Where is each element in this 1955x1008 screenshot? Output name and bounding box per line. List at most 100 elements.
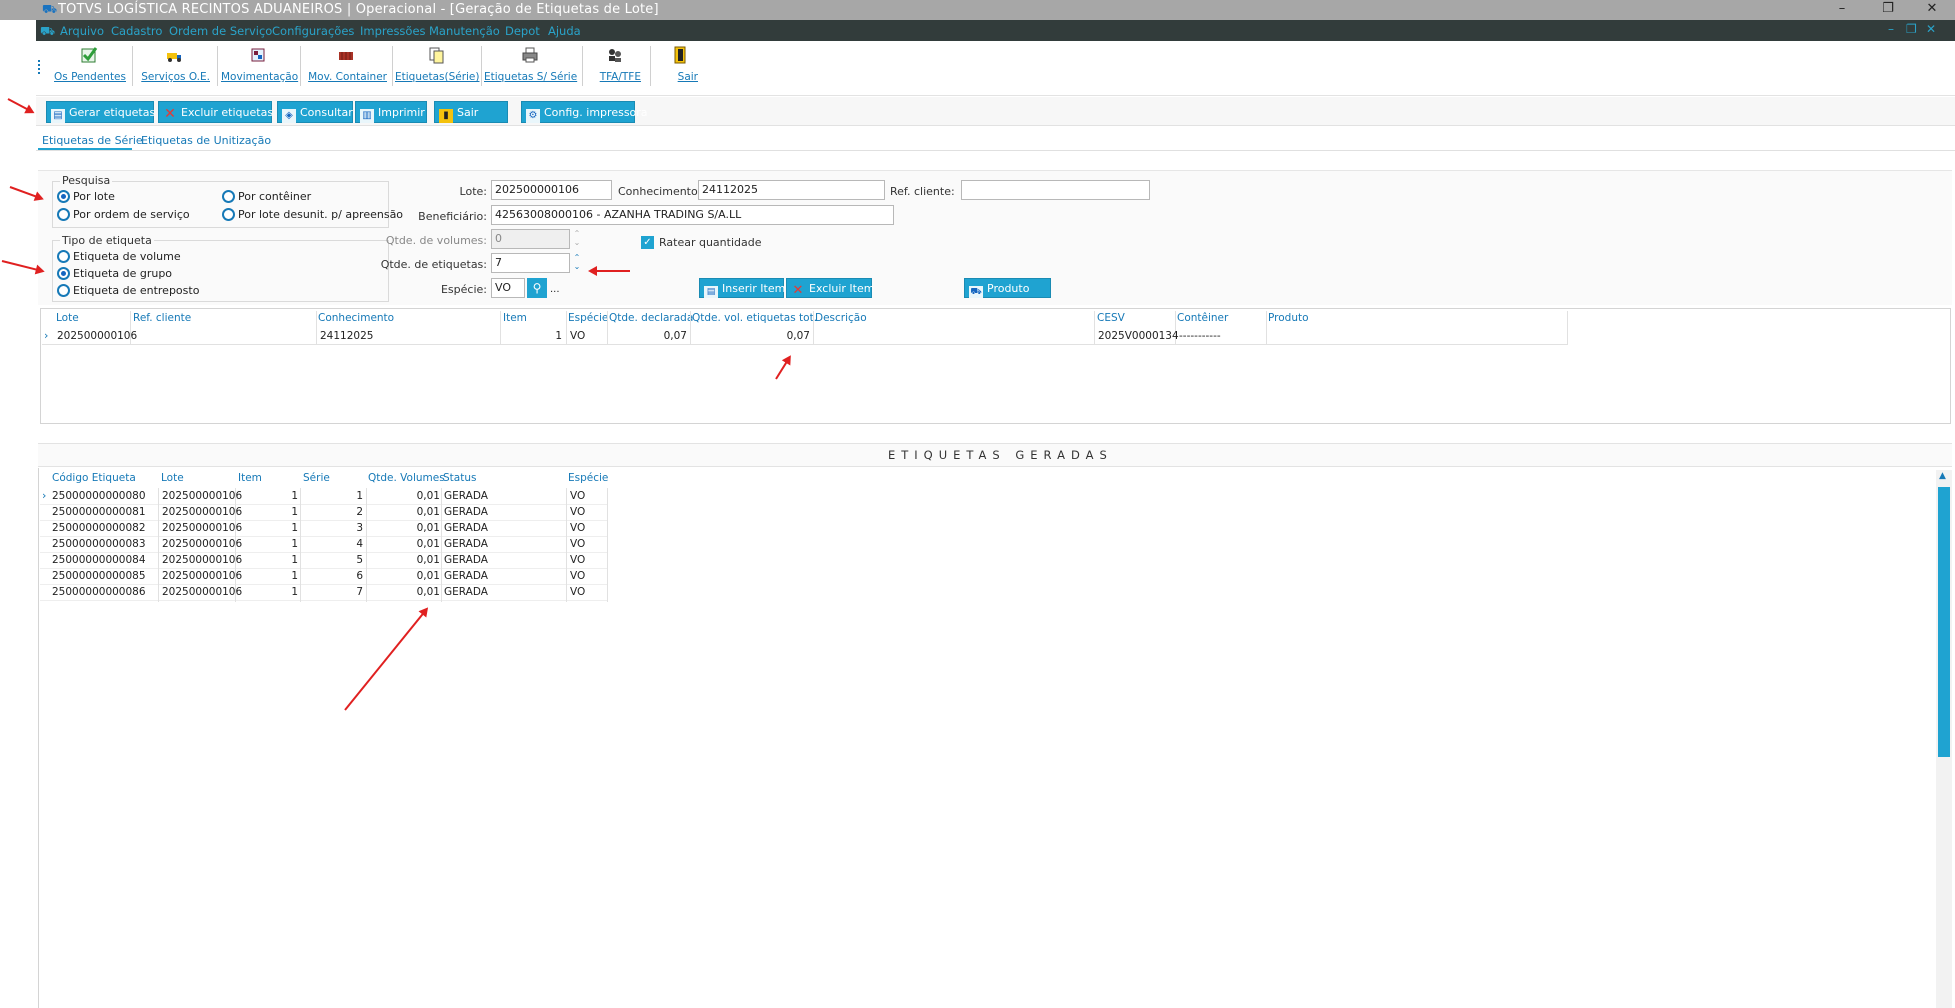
cell-item[interactable]: 1 — [238, 506, 298, 518]
cell-conteiner[interactable]: ----------- — [1179, 330, 1221, 342]
cell-lote[interactable]: 202500000106 — [162, 538, 242, 550]
qtde-etiquetas-field[interactable]: 7 — [491, 253, 570, 273]
cell-codigo-etiqueta[interactable]: 25000000000080 — [52, 490, 146, 502]
cell-lote[interactable]: 202500000106 — [162, 522, 242, 534]
col-qtde-vol-etiquetas[interactable]: Qtde. vol. etiquetas tot. — [692, 312, 817, 324]
col-lote[interactable]: Lote — [56, 312, 79, 324]
col-item[interactable]: Item — [503, 312, 527, 324]
radio-por-lote[interactable]: Por lote — [57, 190, 115, 203]
col-status[interactable]: Status — [443, 472, 476, 484]
menu-manutencao[interactable]: Manutenção — [429, 24, 500, 38]
cell-codigo-etiqueta[interactable]: 25000000000086 — [52, 586, 146, 598]
radio-por-conteiner[interactable]: Por contêiner — [222, 190, 311, 203]
cell-item[interactable]: 1 — [238, 554, 298, 566]
cell-lote[interactable]: 202500000106 — [162, 490, 242, 502]
menu-ajuda[interactable]: Ajuda — [548, 24, 581, 38]
col-item[interactable]: Item — [238, 472, 262, 484]
col-conhecimento[interactable]: Conhecimento — [318, 312, 394, 324]
cell-status[interactable]: GERADA — [444, 506, 488, 518]
cell-qtde-volumes[interactable]: 0,01 — [368, 586, 440, 598]
menu-ordem-servico[interactable]: Ordem de Serviço — [169, 24, 272, 38]
cell-item[interactable]: 1 — [238, 538, 298, 550]
cell-status[interactable]: GERADA — [444, 554, 488, 566]
ratear-quantidade-checkbox[interactable]: ✓ — [641, 236, 654, 249]
menu-depot[interactable]: Depot — [505, 24, 540, 38]
sair-button[interactable]: ▮ Sair — [434, 101, 508, 123]
excluir-etiquetas-button[interactable]: ✕ Excluir etiquetas — [158, 101, 273, 123]
col-cesv[interactable]: CESV — [1097, 312, 1125, 324]
cell-status[interactable]: GERADA — [444, 522, 488, 534]
menu-cadastro[interactable]: Cadastro — [111, 24, 162, 38]
menu-configuracoes[interactable]: Configurações — [272, 24, 354, 38]
cell-especie[interactable]: VO — [570, 490, 585, 502]
close-button[interactable]: ✕ — [1912, 0, 1952, 20]
cell-lote[interactable]: 202500000106 — [162, 586, 242, 598]
tab-etiquetas-unitizacao[interactable]: Etiquetas de Unitização — [141, 134, 271, 147]
col-qtde-volumes[interactable]: Qtde. Volumes — [368, 472, 445, 484]
cell-especie[interactable]: VO — [570, 330, 585, 342]
cell-especie[interactable]: VO — [570, 506, 585, 518]
tab-etiquetas-serie[interactable]: Etiquetas de Série — [42, 134, 143, 147]
cell-serie[interactable]: 4 — [300, 538, 363, 550]
cell-serie[interactable]: 2 — [300, 506, 363, 518]
col-ref-cliente[interactable]: Ref. cliente — [133, 312, 191, 324]
cell-codigo-etiqueta[interactable]: 25000000000085 — [52, 570, 146, 582]
cell-status[interactable]: GERADA — [444, 570, 488, 582]
radio-etiqueta-volume[interactable]: Etiqueta de volume — [57, 250, 181, 263]
cell-qtde-volumes[interactable]: 0,01 — [368, 570, 440, 582]
mdi-restore-button[interactable]: ❐ — [1906, 22, 1917, 36]
excluir-item-button[interactable]: ✕ Excluir Item — [786, 278, 874, 298]
cell-qtde-volumes[interactable]: 0,01 — [368, 522, 440, 534]
col-produto[interactable]: Produto — [1268, 312, 1309, 324]
lote-field[interactable]: 202500000106 — [491, 180, 612, 200]
consultar-button[interactable]: ◈ Consultar — [277, 101, 353, 123]
cell-codigo-etiqueta[interactable]: 25000000000084 — [52, 554, 146, 566]
col-especie[interactable]: Espécie — [568, 472, 608, 484]
col-conteiner[interactable]: Contêiner — [1177, 312, 1228, 324]
cell-status[interactable]: GERADA — [444, 490, 488, 502]
cell-especie[interactable]: VO — [570, 554, 585, 566]
especie-field[interactable]: VO — [491, 278, 525, 298]
radio-por-ordem-servico[interactable]: Por ordem de serviço — [57, 208, 190, 221]
radio-etiqueta-entreposto[interactable]: Etiqueta de entreposto — [57, 284, 199, 297]
sair-toolbar-button[interactable]: Sair — [662, 46, 698, 90]
col-lote[interactable]: Lote — [161, 472, 184, 484]
qtde-etiquetas-spinner[interactable]: ⌃ ⌄ — [572, 253, 582, 273]
col-especie[interactable]: Espécie — [568, 312, 608, 324]
restore-button[interactable]: ❐ — [1868, 0, 1908, 20]
cell-serie[interactable]: 5 — [300, 554, 363, 566]
cell-lote[interactable]: 202500000106 — [57, 330, 137, 342]
col-descricao[interactable]: Descrição — [815, 312, 867, 324]
cell-qtde-volumes[interactable]: 0,01 — [368, 554, 440, 566]
scroll-up-arrow-icon[interactable]: ▲ — [1939, 471, 1946, 481]
cell-serie[interactable]: 6 — [300, 570, 363, 582]
cell-lote[interactable]: 202500000106 — [162, 506, 242, 518]
cell-item[interactable]: 1 — [238, 490, 298, 502]
cell-conhecimento[interactable]: 24112025 — [320, 330, 373, 342]
mov-container-button[interactable]: Mov. Container — [305, 46, 387, 90]
cell-qtde-declarada[interactable]: 0,07 — [610, 330, 687, 342]
cell-lote[interactable]: 202500000106 — [162, 554, 242, 566]
config-impressora-button[interactable]: ⚙ Config. impressora — [521, 101, 648, 123]
cell-especie[interactable]: VO — [570, 586, 585, 598]
cell-item[interactable]: 1 — [238, 570, 298, 582]
radio-por-lote-desunit[interactable]: Por lote desunit. p/ apreensão — [222, 208, 403, 221]
col-qtde-declarada[interactable]: Qtde. declarada — [609, 312, 693, 324]
cell-qtde-vol-etiquetas[interactable]: 0,07 — [693, 330, 810, 342]
cell-serie[interactable]: 1 — [300, 490, 363, 502]
etiquetas-sem-serie-button[interactable]: Etiquetas S/ Série — [484, 46, 577, 90]
tfa-tfe-button[interactable]: TFA/TFE — [589, 46, 641, 90]
scrollbar-thumb[interactable] — [1938, 487, 1950, 757]
etiquetas-serie-button[interactable]: Etiquetas(Série) — [395, 46, 479, 90]
cell-qtde-volumes[interactable]: 0,01 — [368, 490, 440, 502]
mdi-close-button[interactable]: ✕ — [1926, 22, 1936, 36]
cell-item[interactable]: 1 — [238, 522, 298, 534]
movimentacao-button[interactable]: Movimentação — [221, 46, 298, 90]
col-serie[interactable]: Série — [303, 472, 330, 484]
cell-especie[interactable]: VO — [570, 538, 585, 550]
cell-lote[interactable]: 202500000106 — [162, 570, 242, 582]
conhecimento-field[interactable]: 24112025 — [698, 180, 885, 200]
beneficiario-field[interactable]: 42563008000106 - AZANHA TRADING S/A.LL — [491, 205, 894, 225]
inserir-item-button[interactable]: ▤ Inserir Item — [699, 278, 785, 298]
cell-serie[interactable]: 7 — [300, 586, 363, 598]
